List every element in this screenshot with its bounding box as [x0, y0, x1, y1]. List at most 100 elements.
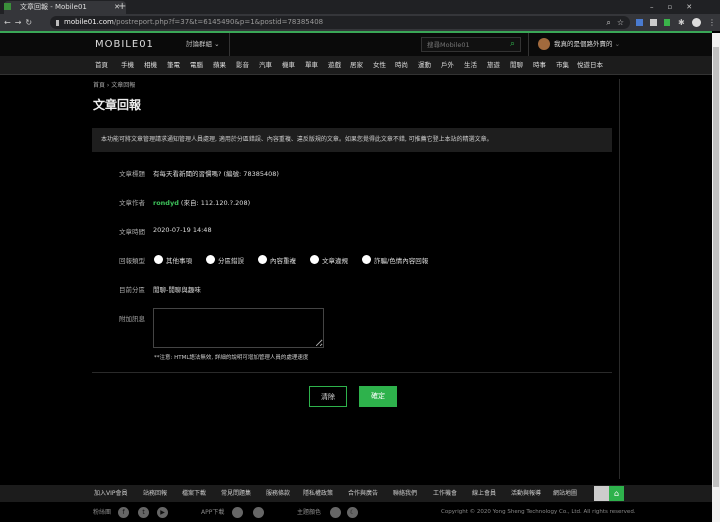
nav-item[interactable]: 時事: [533, 56, 546, 75]
radio-label[interactable]: 詐騙/色情內容回報: [374, 255, 428, 265]
user-menu[interactable]: 我真的是個路外賣的 ⌄: [554, 33, 620, 56]
nav-item[interactable]: 相機: [144, 56, 157, 75]
radio-duplicate[interactable]: [258, 255, 267, 264]
radio-label[interactable]: 分區錯誤: [218, 255, 244, 265]
forum-menu[interactable]: 討論群組 ⌄: [186, 33, 220, 56]
moon-icon[interactable]: ☾: [347, 507, 358, 518]
zoom-icon[interactable]: ⌕: [606, 16, 610, 29]
site-logo[interactable]: MOBILE01: [95, 38, 154, 51]
profile-icon[interactable]: [692, 18, 701, 27]
forum-value: 閒聊-閒聊與趣味: [153, 286, 201, 294]
extension-icon[interactable]: [636, 19, 643, 26]
youtube-icon[interactable]: ▶: [157, 507, 168, 518]
footer-link[interactable]: 隱私權政策: [303, 485, 333, 502]
footer-link[interactable]: 檔案下載: [182, 485, 206, 502]
nav-item[interactable]: 機車: [282, 56, 295, 75]
scrollbar[interactable]: [712, 33, 720, 522]
nav-item[interactable]: 蘋果: [213, 56, 226, 75]
footer-link[interactable]: 聯絡我們: [393, 485, 417, 502]
nav-item[interactable]: 電腦: [190, 56, 203, 75]
menu-icon[interactable]: ⋮: [708, 14, 716, 31]
divider: [92, 372, 612, 373]
nav-item[interactable]: 悅遊日本: [577, 56, 603, 75]
search-input[interactable]: [422, 38, 502, 51]
copyright: Copyright © 2020 Yong Sheng Technology C…: [441, 509, 636, 515]
nav-item[interactable]: 運動: [418, 56, 431, 75]
type-label: 回報類型: [119, 257, 145, 265]
nav-item[interactable]: 汽車: [259, 56, 272, 75]
nav-item[interactable]: 旅遊: [487, 56, 500, 75]
nav-item[interactable]: 閒聊: [510, 56, 523, 75]
author-value: rondyd (來自: 112.120.?.208): [153, 199, 251, 207]
page-title: 文章回報: [93, 98, 142, 112]
theme-light-button[interactable]: [594, 486, 609, 501]
address-bar-row: ←→↻ mobile01.com/postreport.php?f=37&t=6…: [0, 14, 720, 31]
nav-item[interactable]: 時尚: [395, 56, 408, 75]
facebook-icon[interactable]: f: [118, 507, 129, 518]
note-text: **注意: HTML語法無效, 詳細的說明可增加管理人員的處理速度: [154, 355, 309, 361]
new-tab-button[interactable]: +: [118, 0, 126, 14]
footer-nav: ⌂ 加入VIP會員 站務回報 檔案下載 常見問題集 服務條款 隱私權政策 合作與廣告 聯絡我們…: [0, 485, 712, 502]
lock-icon: [56, 19, 59, 26]
apple-icon[interactable]: [232, 507, 243, 518]
browser-tab[interactable]: 文章回報 - Mobile01 ✕: [4, 1, 126, 14]
android-icon[interactable]: [253, 507, 264, 518]
app-label: APP下載: [201, 509, 225, 516]
radio-wrong-forum[interactable]: [206, 255, 215, 264]
message-label: 附加訊息: [119, 315, 145, 323]
extension-icon[interactable]: [650, 19, 657, 26]
url-field[interactable]: mobile01.com/postreport.php?f=37&t=61454…: [50, 16, 630, 29]
fans-label: 粉絲團: [93, 509, 112, 516]
sun-icon[interactable]: [330, 507, 341, 518]
clear-button[interactable]: 清除: [309, 386, 347, 407]
search-icon[interactable]: ⌕: [510, 38, 515, 51]
nav-item[interactable]: 戶外: [441, 56, 454, 75]
shield-icon[interactable]: [664, 19, 670, 26]
breadcrumb-home[interactable]: 首頁: [93, 82, 105, 89]
star-icon[interactable]: ☆: [617, 16, 624, 29]
radio-label[interactable]: 其他事項: [166, 255, 192, 265]
nav-item[interactable]: 首頁: [95, 56, 108, 75]
footer-link[interactable]: 活動與報導: [511, 485, 541, 502]
search-box[interactable]: ⌕: [421, 37, 521, 52]
nav-item[interactable]: 影音: [236, 56, 249, 75]
nav-item[interactable]: 遊戲: [328, 56, 341, 75]
nav-item[interactable]: 生活: [464, 56, 477, 75]
footer-link[interactable]: 服務條款: [266, 485, 290, 502]
nav-item[interactable]: 單車: [305, 56, 318, 75]
radio-other[interactable]: [154, 255, 163, 264]
footer-link[interactable]: 加入VIP會員: [94, 485, 128, 502]
window-controls[interactable]: –▫✕: [650, 0, 706, 14]
nav-item[interactable]: 女性: [373, 56, 386, 75]
nav-item[interactable]: 手機: [121, 56, 134, 75]
radio-label[interactable]: 內容重複: [270, 255, 296, 265]
browser-tab-bar: 文章回報 - Mobile01 ✕ + –▫✕: [0, 0, 720, 14]
nav-item[interactable]: 筆電: [167, 56, 180, 75]
time-label: 文章時間: [119, 228, 145, 236]
twitter-icon[interactable]: t: [138, 507, 149, 518]
author-link[interactable]: rondyd: [153, 199, 179, 207]
submit-button[interactable]: 確定: [359, 386, 397, 407]
nav-item[interactable]: 居家: [350, 56, 363, 75]
site-header: MOBILE01 討論群組 ⌄ ⌕ 我真的是個路外賣的 ⌄: [0, 33, 712, 56]
footer-link[interactable]: 工作機會: [433, 485, 457, 502]
breadcrumb: 首頁 › 文章回報: [93, 82, 136, 89]
avatar[interactable]: [538, 38, 550, 50]
home-icon[interactable]: ⌂: [609, 486, 624, 501]
footer-link[interactable]: 合作與廣告: [348, 485, 378, 502]
footer-link[interactable]: 網站地圖: [553, 485, 577, 502]
nav-buttons[interactable]: ←→↻: [4, 14, 46, 31]
footer-link[interactable]: 站務回報: [143, 485, 167, 502]
footer-link[interactable]: 線上會員: [472, 485, 496, 502]
message-textarea[interactable]: [153, 308, 324, 348]
url-text[interactable]: mobile01.com/postreport.php?f=37&t=61454…: [64, 16, 600, 29]
author-label: 文章作者: [119, 199, 145, 207]
divider: [528, 33, 529, 56]
radio-label[interactable]: 文章違規: [322, 255, 348, 265]
puzzle-icon[interactable]: ✱: [678, 14, 685, 31]
tab-title: 文章回報 - Mobile01: [20, 3, 87, 11]
radio-fraud[interactable]: [362, 255, 371, 264]
footer-link[interactable]: 常見問題集: [221, 485, 251, 502]
radio-violation[interactable]: [310, 255, 319, 264]
nav-item[interactable]: 市集: [556, 56, 569, 75]
